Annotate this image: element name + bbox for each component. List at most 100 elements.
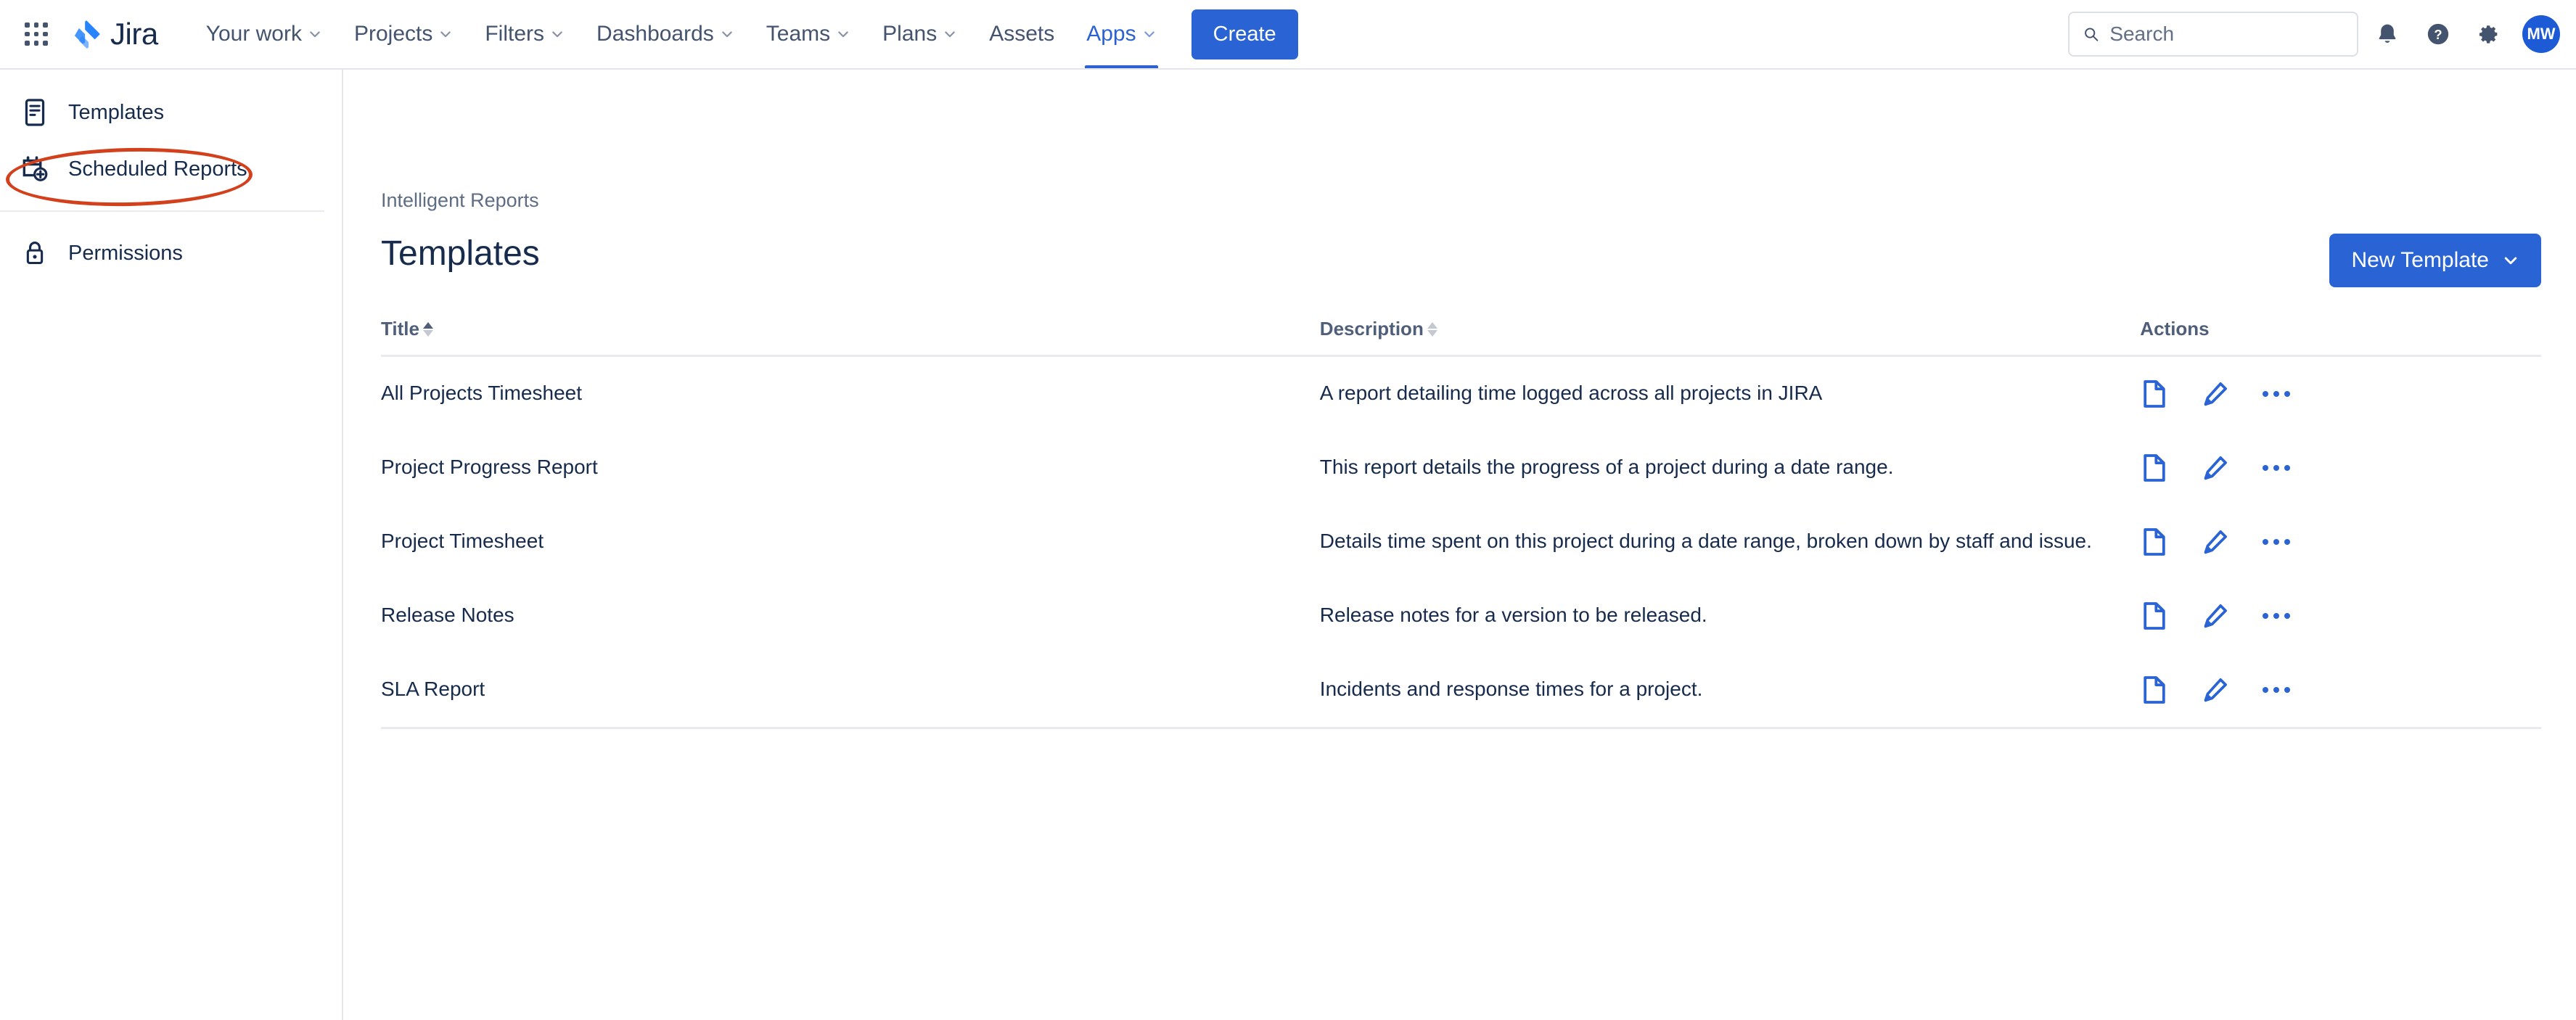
more-actions-icon[interactable]	[2262, 379, 2291, 409]
column-header-title[interactable]: Title	[381, 318, 1320, 357]
search-input[interactable]	[2109, 22, 2344, 46]
table-header-row: Title Description Actions	[381, 318, 2541, 357]
edit-pencil-icon[interactable]	[2201, 601, 2230, 631]
jira-home-link[interactable]: Jira	[70, 17, 158, 52]
sort-indicator-title[interactable]	[422, 321, 433, 337]
app-switcher-icon[interactable]	[16, 14, 57, 54]
sidebar-item-scheduled-reports[interactable]: Scheduled Reports	[0, 141, 342, 197]
sidebar-divider	[0, 210, 324, 212]
sidebar-item-permissions[interactable]: Permissions	[0, 225, 342, 281]
settings-gear-icon[interactable]	[2467, 12, 2511, 56]
cell-description: Release notes for a version to be releas…	[1319, 604, 1707, 626]
chevron-down-icon	[838, 31, 848, 38]
cell-title: SLA Report	[381, 653, 1320, 729]
document-icon[interactable]	[2140, 379, 2169, 409]
cell-actions	[2140, 579, 2541, 653]
templates-table: Title Description Actions All Projects T…	[381, 318, 2541, 729]
search-box[interactable]	[2068, 12, 2358, 57]
notifications-bell-icon[interactable]	[2366, 12, 2409, 56]
nav-right-cluster: ? MW	[2068, 0, 2560, 68]
nav-item-label: Apps	[1086, 22, 1136, 46]
edit-pencil-icon[interactable]	[2201, 453, 2230, 483]
cell-actions	[2140, 653, 2541, 729]
lock-icon	[20, 239, 49, 268]
nav-left-cluster: Jira Your work Projects Filters Dashboar…	[0, 0, 1298, 68]
page-header-row: Templates New Template	[381, 234, 2541, 287]
document-icon[interactable]	[2140, 527, 2169, 557]
nav-item-label: Your work	[205, 22, 302, 46]
cell-description: This report details the progress of a pr…	[1319, 456, 1894, 478]
cell-description: Incidents and response times for a proje…	[1319, 653, 2141, 729]
sidebar-group-reports: Templates Scheduled Reports	[0, 80, 342, 202]
cell-description: Details time spent on this project durin…	[1319, 530, 2092, 552]
page-title: Templates	[381, 234, 540, 273]
primary-nav-items: Your work Projects Filters Dashboards Te…	[190, 0, 1173, 68]
more-actions-icon[interactable]	[2262, 601, 2291, 631]
column-header-actions: Actions	[2140, 318, 2541, 357]
chevron-down-icon	[440, 31, 451, 38]
more-actions-icon[interactable]	[2262, 453, 2291, 483]
nav-item-your-work[interactable]: Your work	[190, 0, 338, 68]
chevron-down-icon	[945, 31, 955, 38]
chevron-down-icon	[310, 31, 320, 38]
new-template-button[interactable]: New Template	[2329, 234, 2541, 287]
cell-title: All Projects Timesheet	[381, 382, 582, 404]
sort-indicator-description[interactable]	[1427, 321, 1437, 337]
cell-description: A report detailing time logged across al…	[1319, 382, 1823, 404]
nav-item-assets[interactable]: Assets	[973, 0, 1070, 68]
svg-text:?: ?	[2434, 27, 2442, 42]
table-row[interactable]: Project Progress Report This report deta…	[381, 431, 2541, 505]
top-navigation-bar: Jira Your work Projects Filters Dashboar…	[0, 0, 2576, 70]
nav-item-plans[interactable]: Plans	[866, 0, 973, 68]
document-lines-icon	[20, 98, 49, 127]
edit-pencil-icon[interactable]	[2201, 379, 2230, 409]
more-actions-icon[interactable]	[2262, 527, 2291, 557]
sidebar: Templates Scheduled Reports Permissions	[0, 70, 343, 1020]
column-header-description[interactable]: Description	[1319, 318, 2141, 357]
page-body: Templates Scheduled Reports Permissions …	[0, 70, 2576, 1020]
create-button[interactable]: Create	[1191, 9, 1298, 59]
sidebar-item-templates[interactable]: Templates	[0, 84, 342, 141]
more-actions-icon[interactable]	[2262, 675, 2291, 705]
table-row[interactable]: Project Timesheet Details time spent on …	[381, 505, 2541, 579]
nav-item-projects[interactable]: Projects	[338, 0, 469, 68]
nav-item-label: Assets	[989, 22, 1055, 46]
sidebar-item-label: Scheduled Reports	[68, 157, 247, 181]
jira-wordmark: Jira	[110, 17, 158, 51]
chevron-down-icon	[552, 31, 562, 38]
help-icon[interactable]: ?	[2416, 12, 2460, 56]
column-header-label: Title	[381, 318, 419, 340]
nav-item-label: Projects	[353, 22, 433, 46]
cell-actions	[2140, 431, 2541, 505]
table-row[interactable]: Release Notes Release notes for a versio…	[381, 579, 2541, 653]
document-icon[interactable]	[2140, 601, 2169, 631]
new-template-label: New Template	[2351, 248, 2489, 272]
nav-item-teams[interactable]: Teams	[750, 0, 866, 68]
edit-pencil-icon[interactable]	[2201, 675, 2230, 705]
nav-item-label: Plans	[882, 22, 938, 46]
column-header-label: Description	[1319, 318, 1424, 340]
sidebar-group-admin: Permissions	[0, 221, 342, 286]
chevron-down-icon	[1144, 31, 1154, 38]
search-icon	[2085, 28, 2099, 41]
table-row[interactable]: SLA Report Incidents and response times …	[381, 653, 2541, 729]
nav-item-apps[interactable]: Apps	[1070, 0, 1172, 68]
document-icon[interactable]	[2140, 453, 2169, 483]
cell-actions	[2140, 356, 2541, 432]
sidebar-item-label: Templates	[68, 100, 165, 124]
document-icon[interactable]	[2140, 675, 2169, 705]
cell-title: Project Progress Report	[381, 456, 598, 478]
nav-item-dashboards[interactable]: Dashboards	[581, 0, 750, 68]
breadcrumb[interactable]: Intelligent Reports	[381, 189, 539, 212]
column-header-label: Actions	[2140, 318, 2210, 340]
cell-title: Release Notes	[381, 604, 514, 626]
table-body: All Projects Timesheet A report detailin…	[381, 356, 2541, 729]
table-row[interactable]: All Projects Timesheet A report detailin…	[381, 356, 2541, 432]
nav-item-filters[interactable]: Filters	[469, 0, 581, 68]
edit-pencil-icon[interactable]	[2201, 527, 2230, 557]
jira-logo-icon	[75, 20, 100, 49]
nav-item-label: Teams	[766, 22, 831, 46]
cell-actions	[2140, 505, 2541, 579]
user-avatar[interactable]: MW	[2522, 15, 2560, 53]
cell-title: Project Timesheet	[381, 530, 544, 552]
